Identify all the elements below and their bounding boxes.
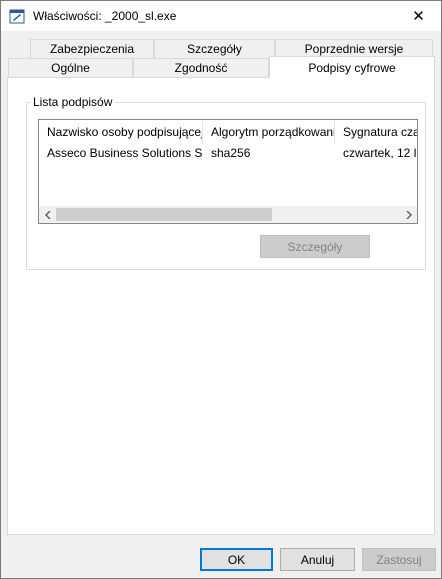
horizontal-scrollbar[interactable] — [39, 206, 417, 223]
apply-button[interactable]: Zastosuj — [362, 548, 436, 571]
cancel-button[interactable]: Anuluj — [280, 548, 355, 571]
ok-button[interactable]: OK — [200, 548, 273, 571]
close-button[interactable]: ✕ — [396, 1, 441, 31]
scrollbar-thumb[interactable] — [56, 208, 272, 221]
details-button[interactable]: Szczegóły — [260, 235, 370, 258]
scroll-left-icon[interactable] — [39, 206, 56, 223]
properties-window: Właściwości: _2000_sl.exe ✕ Zabezpieczen… — [0, 0, 442, 579]
list-header: Nazwisko osoby podpisującej: Algorytm po… — [39, 120, 417, 144]
tab-compatibility[interactable]: Zgodność — [133, 58, 269, 78]
column-header-signer[interactable]: Nazwisko osoby podpisującej: — [39, 120, 203, 144]
tab-security[interactable]: Zabezpieczenia — [30, 39, 154, 59]
list-item[interactable]: Asseco Business Solutions S.A. sha256 cz… — [39, 144, 417, 162]
timestamp: czwartek, 12 lipca — [343, 146, 417, 160]
properties-icon — [9, 9, 25, 24]
signer-name: Asseco Business Solutions S.A. — [47, 146, 203, 160]
tab-digital-signatures[interactable]: Podpisy cyfrowe — [269, 56, 435, 78]
tab-general[interactable]: Ogólne — [8, 58, 133, 78]
signature-list[interactable]: Nazwisko osoby podpisującej: Algorytm po… — [38, 119, 418, 224]
title-bar[interactable]: Właściwości: _2000_sl.exe ✕ — [1, 1, 441, 31]
digest-algorithm: sha256 — [211, 146, 251, 160]
scroll-right-icon[interactable] — [400, 206, 417, 223]
signature-list-legend: Lista podpisów — [31, 95, 115, 109]
tab-details[interactable]: Szczegóły — [154, 39, 275, 59]
signature-list-group: Lista podpisów Nazwisko osoby podpisując… — [26, 95, 426, 270]
column-header-digest-algorithm[interactable]: Algorytm porządkowania — [203, 120, 335, 144]
window-title: Właściwości: _2000_sl.exe — [33, 9, 177, 23]
tab-strip: Zabezpieczenia Szczegóły Poprzednie wers… — [1, 39, 441, 79]
close-icon: ✕ — [412, 8, 425, 25]
tab-panel: Lista podpisów Nazwisko osoby podpisując… — [7, 77, 435, 535]
column-header-timestamp[interactable]: Sygnatura czasowa — [335, 120, 417, 144]
